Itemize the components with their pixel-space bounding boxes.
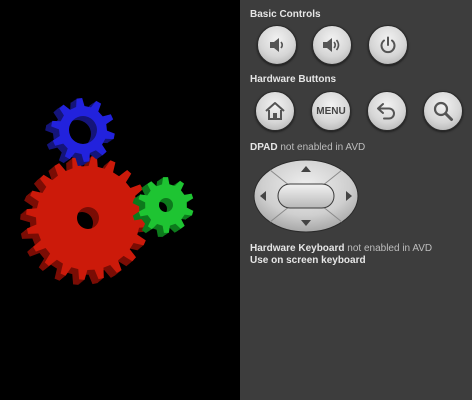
search-button[interactable]: [423, 91, 463, 131]
search-icon: [433, 101, 453, 121]
dpad-center[interactable]: [277, 183, 335, 209]
hardware-keyboard-label: Hardware Keyboard: [250, 243, 345, 254]
back-arrow-icon: [377, 103, 395, 120]
blue-gear: [51, 98, 115, 162]
device-screen[interactable]: [0, 0, 240, 400]
controls-panel: Basic Controls Hardware Buttons MENU DPA…: [240, 0, 472, 400]
dpad-control: [252, 158, 360, 234]
dpad-up-button[interactable]: [286, 160, 326, 182]
volume-down-button[interactable]: [257, 25, 297, 65]
onscreen-keyboard-hint: Use on screen keyboard: [250, 255, 366, 266]
emulator-window: Basic Controls Hardware Buttons MENU DPA…: [0, 0, 472, 400]
dpad-right-button[interactable]: [334, 180, 358, 212]
home-icon: [265, 102, 285, 120]
dpad-title-label: DPAD: [250, 142, 278, 153]
menu-button[interactable]: MENU: [311, 91, 351, 131]
dpad-left-button[interactable]: [254, 180, 278, 212]
back-button[interactable]: [367, 91, 407, 131]
volume-up-icon: [323, 38, 340, 52]
hardware-keyboard-status: Hardware Keyboard not enabled in AVD: [250, 243, 432, 254]
dpad-status-note: not enabled in AVD: [280, 142, 366, 153]
hardware-buttons-title: Hardware Buttons: [250, 74, 337, 85]
power-icon: [380, 36, 396, 54]
hardware-keyboard-note: not enabled in AVD: [347, 243, 433, 254]
home-button[interactable]: [255, 91, 295, 131]
power-button[interactable]: [368, 25, 408, 65]
basic-controls-title: Basic Controls: [250, 9, 321, 20]
volume-down-icon: [270, 38, 284, 52]
gears-animation: [20, 98, 194, 285]
volume-up-button[interactable]: [312, 25, 352, 65]
dpad-title: DPAD not enabled in AVD: [250, 142, 365, 153]
dpad-down-button[interactable]: [286, 210, 326, 232]
menu-label: MENU: [316, 105, 346, 117]
